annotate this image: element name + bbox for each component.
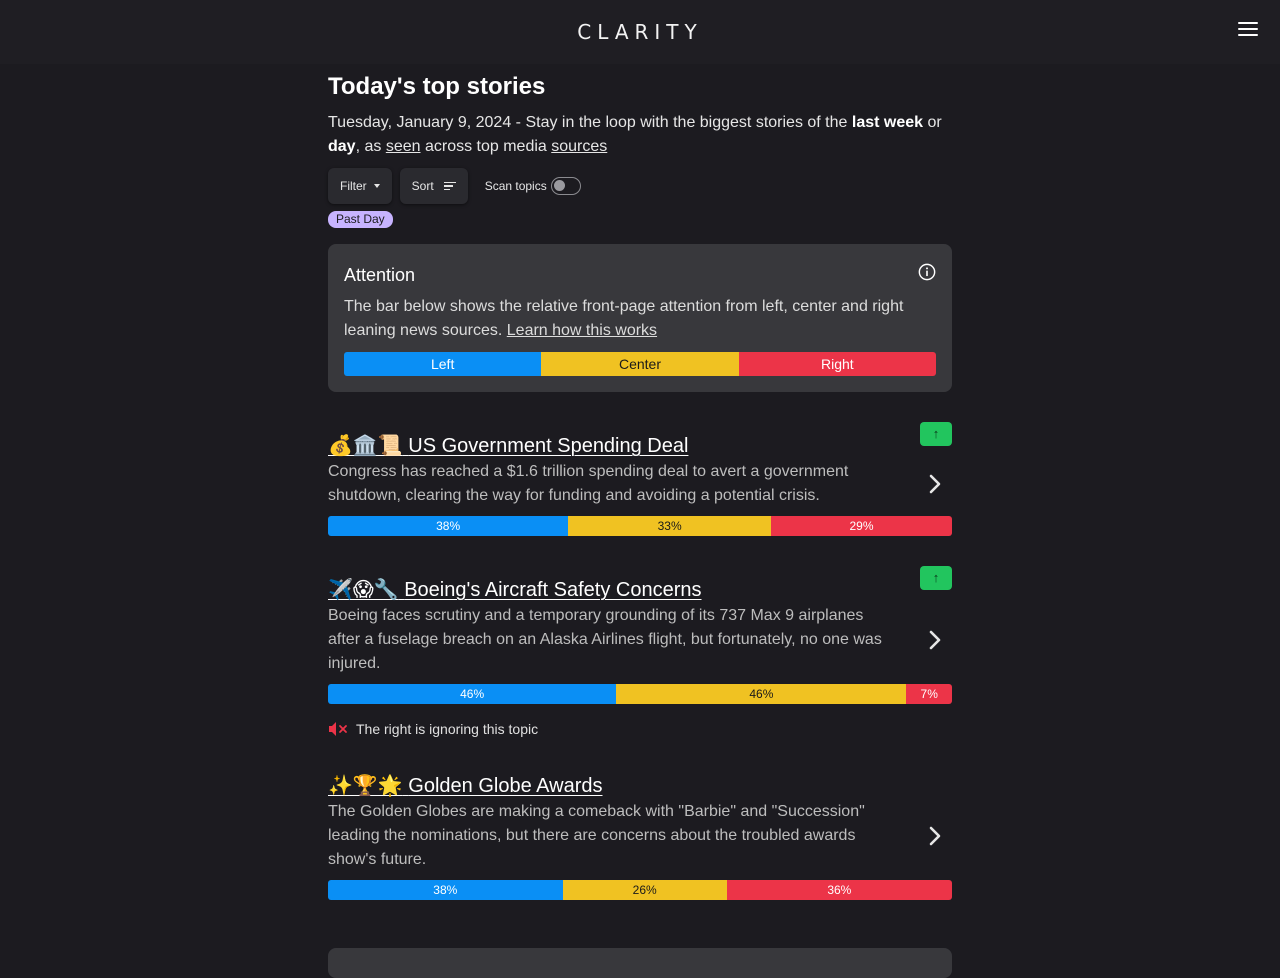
last-week-link[interactable]: last week	[852, 114, 923, 131]
filter-button[interactable]: Filter	[328, 168, 392, 204]
chevron-right-icon[interactable]	[928, 474, 942, 494]
story-title: US Government Spending Deal	[408, 435, 689, 457]
sort-button[interactable]: Sort	[399, 168, 468, 204]
seen-link[interactable]: seen	[386, 138, 421, 155]
legend-center: Center	[541, 352, 739, 376]
coverage-right: 7%	[906, 684, 952, 704]
learn-how-link[interactable]: Learn how this works	[507, 322, 657, 339]
trending-up-badge: ↑	[920, 566, 952, 590]
story-description: Boeing faces scrutiny and a temporary gr…	[328, 607, 882, 672]
story-title: Boeing's Aircraft Safety Concerns	[404, 579, 702, 601]
attention-description: The bar below shows the relative front-p…	[344, 295, 924, 343]
story-emoji: ✈️😱🔧	[328, 579, 399, 601]
story-title-link[interactable]: ✨🏆🌟 Golden Globe Awards	[328, 774, 602, 798]
coverage-bar: 38% 33% 29%	[328, 516, 952, 536]
info-icon[interactable]	[918, 263, 936, 281]
page-subtitle: Tuesday, January 9, 2024 - Stay in the l…	[328, 111, 952, 159]
attention-legend-bar: Left Center Right	[344, 352, 936, 376]
ignore-note: The right is ignoring this topic	[328, 721, 538, 737]
subtitle-text: across top media	[420, 138, 552, 155]
coverage-center: 33%	[568, 516, 772, 536]
coverage-right: 29%	[771, 516, 952, 536]
legend-left: Left	[344, 352, 542, 376]
coverage-center: 26%	[562, 880, 727, 900]
sort-icon	[443, 180, 456, 193]
next-card	[328, 948, 952, 978]
subtitle-text: or	[923, 114, 942, 131]
story-description: Congress has reached a $1.6 trillion spe…	[328, 463, 849, 504]
scan-topics-label: Scan topics	[484, 179, 547, 193]
hamburger-menu-icon[interactable]	[1238, 22, 1258, 38]
coverage-bar: 46% 46% 7%	[328, 684, 952, 704]
coverage-center: 46%	[616, 684, 907, 704]
scan-topics-toggle[interactable]	[550, 177, 581, 195]
story-emoji: ✨🏆🌟	[328, 775, 403, 797]
caret-down-icon	[373, 184, 380, 188]
story-title-link[interactable]: 💰🏛️📜 US Government Spending Deal	[328, 434, 688, 458]
coverage-bar: 38% 26% 36%	[328, 880, 952, 900]
coverage-left: 46%	[328, 684, 617, 704]
coverage-left: 38%	[328, 880, 563, 900]
filter-label: Filter	[340, 179, 367, 193]
story-title: Golden Globe Awards	[408, 775, 603, 797]
coverage-right: 36%	[726, 880, 952, 900]
story-description: The Golden Globes are making a comeback …	[328, 803, 865, 868]
ignore-note-text: The right is ignoring this topic	[356, 721, 539, 737]
story-title-link[interactable]: ✈️😱🔧 Boeing's Aircraft Safety Concerns	[328, 578, 702, 602]
sources-link[interactable]: sources	[551, 138, 607, 155]
attention-title: Attention	[344, 265, 416, 285]
controls-row: Filter Sort Scan topics	[328, 168, 581, 204]
attention-card: Attention The bar below shows the relati…	[328, 244, 952, 392]
top-bar: CLARITY	[0, 0, 1280, 64]
coverage-left: 38%	[328, 516, 569, 536]
trending-up-badge: ↑	[920, 422, 952, 446]
page-title: Today's top stories	[328, 73, 546, 100]
legend-right: Right	[738, 352, 936, 376]
day-link[interactable]: day	[328, 138, 356, 155]
story-emoji: 💰🏛️📜	[328, 435, 403, 457]
subtitle-text: , as	[355, 138, 386, 155]
sort-label: Sort	[411, 179, 434, 193]
muted-speaker-icon	[329, 722, 347, 736]
active-filter-chip[interactable]: Past Day	[328, 211, 393, 228]
logo[interactable]: CLARITY	[0, 20, 1280, 44]
current-date: Tuesday, January 9, 2024	[328, 114, 512, 131]
chevron-right-icon[interactable]	[928, 826, 942, 846]
subtitle-text: - Stay in the loop with the biggest stor…	[511, 114, 852, 131]
chevron-right-icon[interactable]	[928, 630, 942, 650]
toggle-knob	[553, 180, 565, 191]
